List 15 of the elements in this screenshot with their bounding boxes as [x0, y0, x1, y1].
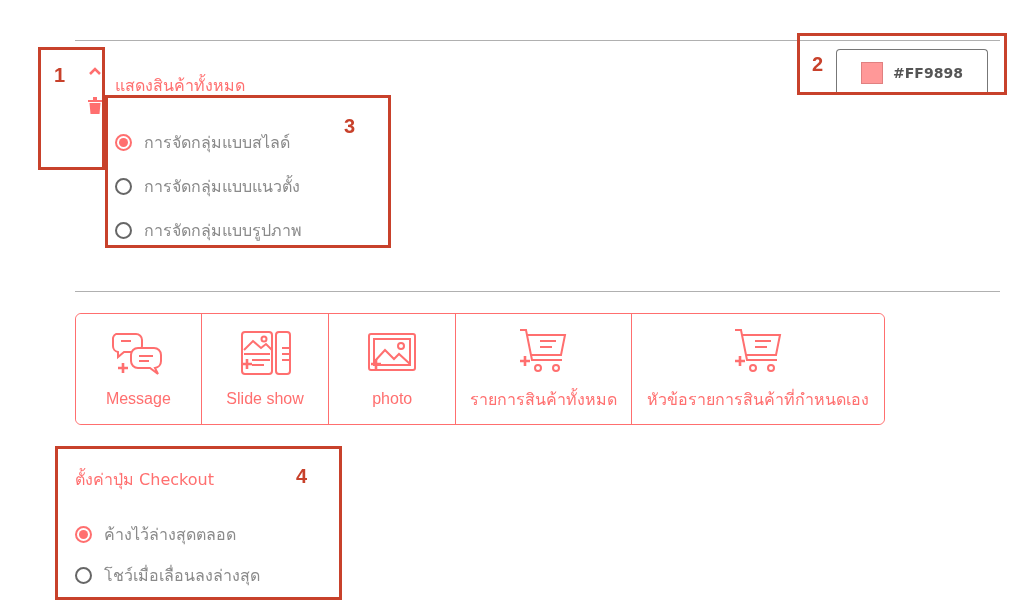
callout-number: 4 — [296, 465, 308, 488]
radio-option[interactable]: ค้างไว้ล่างสุดตลอด — [75, 522, 1000, 547]
radio-option[interactable]: การจัดกลุ่มแบบแนวตั้ง — [115, 174, 836, 199]
slides-icon — [238, 330, 293, 378]
caret-up-icon[interactable] — [89, 67, 101, 75]
toolbar-button[interactable]: Message — [76, 314, 202, 424]
callout-number: 2 — [812, 53, 824, 76]
color-picker-button[interactable]: #FF9898 — [836, 49, 988, 95]
radio-option[interactable]: โชว์เมื่อเลื่อนลงล่างสุด — [75, 563, 1000, 588]
section-title: ตั้งค่าปุ่ม Checkout — [75, 467, 214, 492]
trash-icon[interactable] — [88, 97, 102, 114]
callout-number: 3 — [344, 115, 356, 138]
section-title: แสดงสินค้าทั้งหมด — [115, 73, 245, 97]
radio-option[interactable]: การจัดกลุ่มแบบรูปภาพ — [115, 218, 836, 243]
callout-number: 1 — [54, 64, 66, 87]
